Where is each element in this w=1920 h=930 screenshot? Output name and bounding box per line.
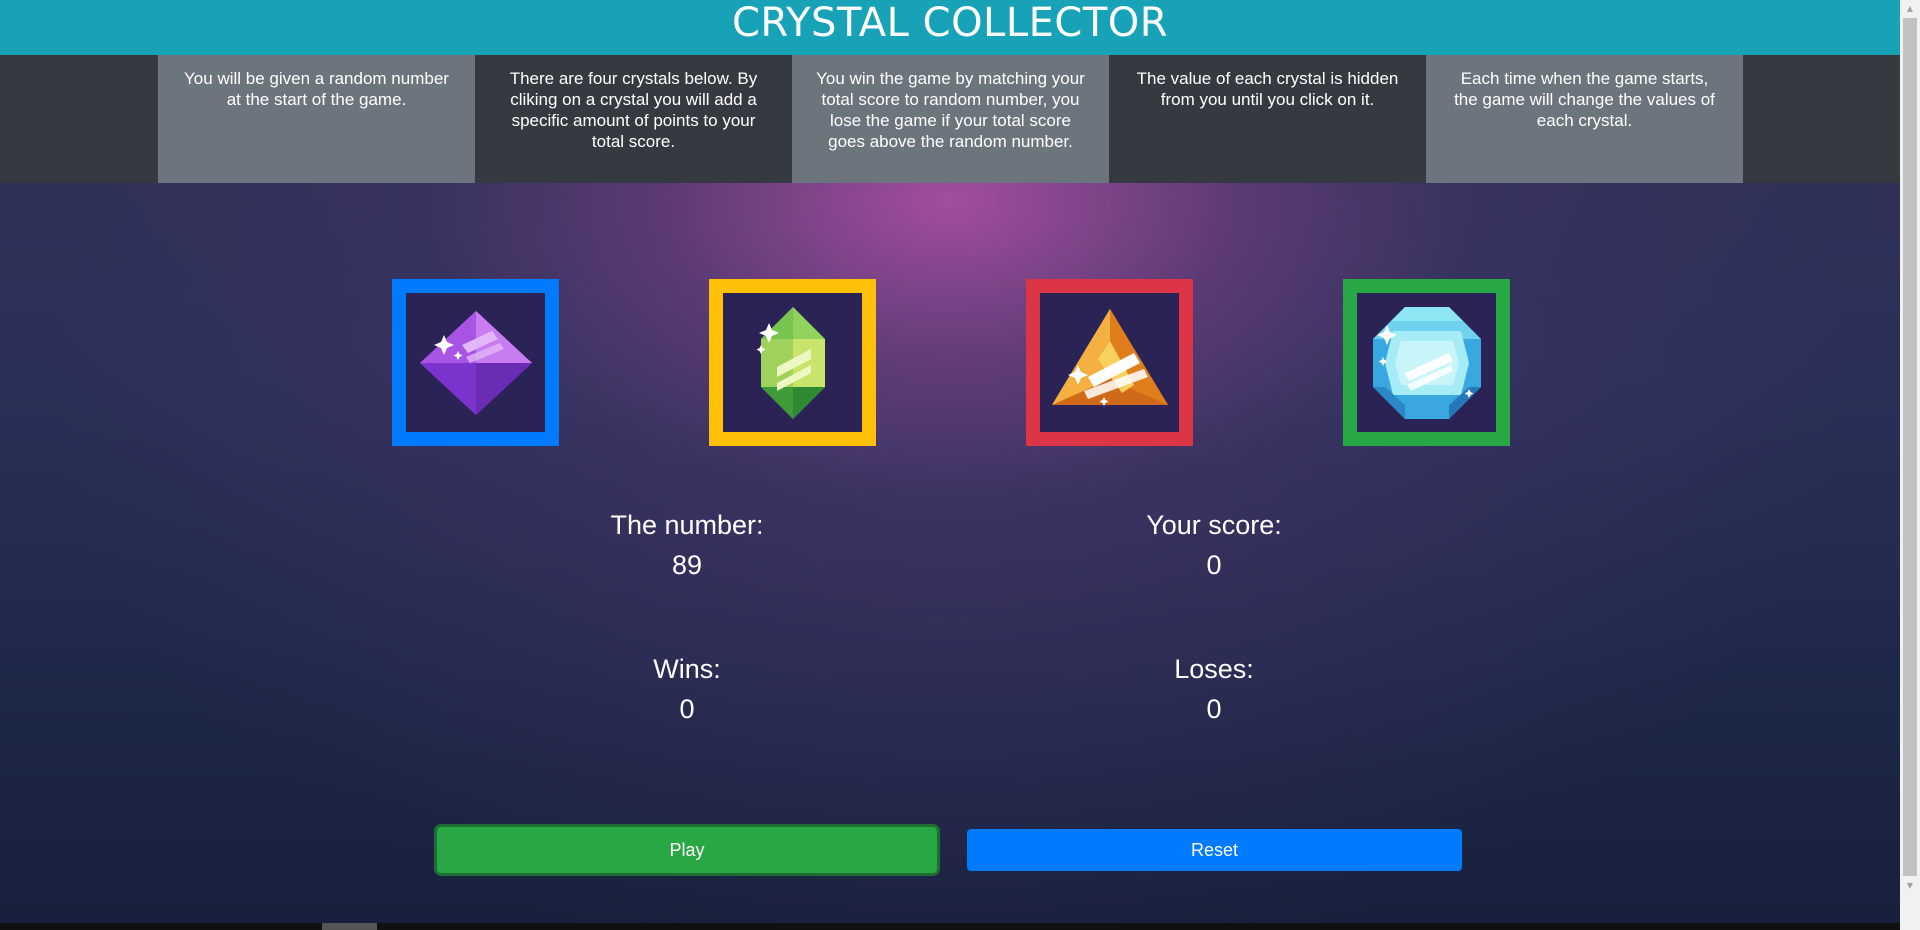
orange-crystal-button[interactable] [1026,279,1193,446]
page-title: CRYSTAL COLLECTOR [731,0,1169,46]
rules-section: You will be given a random number at the… [0,55,1900,183]
score-value: 0 [1206,550,1222,580]
scroll-down-arrow-icon[interactable]: ▼ [1900,877,1920,894]
wins-stat: Wins: 0 [537,652,837,726]
green-crystal-button[interactable] [709,279,876,446]
number-value: 89 [671,550,703,580]
purple-octahedron-gem-icon [419,310,532,415]
orange-pyramid-gem-icon [1051,308,1168,406]
rule-1: You will be given a random number at the… [158,55,475,183]
loses-label: Loses: [1174,654,1254,684]
bottom-strip [0,923,1900,930]
green-hexagonal-gem-icon [756,306,825,419]
wins-value: 0 [679,694,695,724]
header-bar: CRYSTAL COLLECTOR [0,0,1900,55]
purple-crystal-button[interactable] [392,279,559,446]
scroll-up-arrow-icon[interactable]: ▲ [1900,0,1920,17]
loses-stat: Loses: 0 [1064,652,1364,726]
bottom-strip-marker [322,923,377,930]
rule-5: Each time when the game starts, the game… [1426,55,1743,183]
score-stat: Your score: 0 [1064,508,1364,582]
wins-label: Wins: [653,654,721,684]
rule-2: There are four crystals below. By clikin… [475,55,792,183]
number-label: The number: [610,510,764,540]
game-page: CRYSTAL COLLECTOR You will be given a ra… [0,0,1900,930]
rule-4: The value of each crystal is hidden from… [1109,55,1426,183]
rule-3: You win the game by matching your total … [792,55,1109,183]
number-stat: The number: 89 [537,508,837,582]
blue-crystal-button[interactable] [1343,279,1510,446]
vertical-scrollbar[interactable]: ▲ ▼ [1900,0,1920,930]
blue-round-gem-icon [1372,306,1481,419]
score-label: Your score: [1146,510,1282,540]
scrollbar-thumb[interactable] [1903,18,1917,876]
play-button[interactable]: Play [437,827,937,873]
loses-value: 0 [1206,694,1222,724]
reset-button[interactable]: Reset [967,829,1462,871]
